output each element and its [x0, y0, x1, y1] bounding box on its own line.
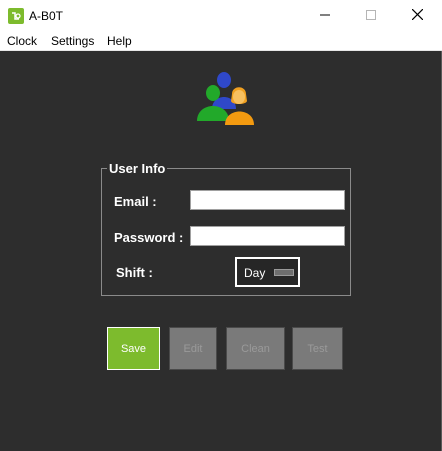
password-label: Password :	[114, 230, 184, 245]
close-icon	[411, 7, 423, 25]
main-panel: User Info Email : Password : Shift : Day…	[0, 51, 442, 451]
group-title: User Info	[107, 161, 168, 176]
shift-label: Shift :	[116, 265, 153, 280]
test-button[interactable]: Test	[292, 327, 343, 370]
title-bar[interactable]: A-B0T	[0, 0, 442, 31]
close-button[interactable]	[394, 0, 440, 31]
menu-item-clock[interactable]: Clock	[7, 34, 37, 48]
email-label: Email :	[114, 194, 157, 209]
user-info-group: User Info Email : Password : Shift : Day	[101, 161, 351, 296]
app-logo-icon	[8, 8, 24, 24]
clean-button[interactable]: Clean	[226, 327, 285, 370]
shift-toggle[interactable]: Day	[235, 257, 300, 287]
minimize-icon	[320, 7, 330, 25]
email-field[interactable]	[190, 190, 345, 210]
shift-value: Day	[244, 266, 266, 280]
menu-item-help[interactable]: Help	[107, 34, 132, 48]
save-button[interactable]: Save	[107, 327, 160, 370]
window-title: A-B0T	[29, 9, 64, 23]
menu-item-settings[interactable]: Settings	[51, 34, 94, 48]
maximize-button[interactable]	[348, 0, 394, 31]
users-group-icon	[194, 71, 256, 127]
menu-bar: Clock Settings Help	[0, 31, 442, 51]
toggle-knob-icon	[274, 269, 294, 276]
password-field[interactable]	[190, 226, 345, 246]
edit-button[interactable]: Edit	[169, 327, 217, 370]
maximize-icon	[366, 7, 376, 25]
minimize-button[interactable]	[302, 0, 348, 31]
